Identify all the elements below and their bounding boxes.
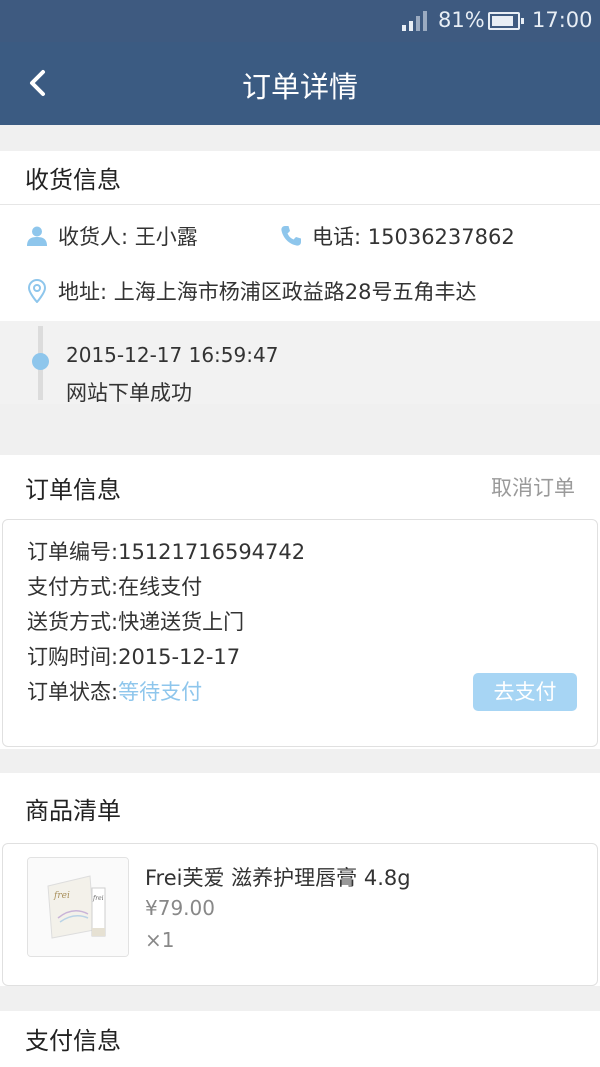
payment-info-header: 支付信息	[0, 1011, 600, 1065]
delivery-method-key: 送货方式:	[27, 610, 119, 634]
recipient-row: 收货人: 王小露	[26, 221, 198, 251]
payment-info-title: 支付信息	[25, 1026, 121, 1055]
cancel-order-button[interactable]: 取消订单	[491, 472, 575, 502]
battery-icon	[488, 12, 524, 30]
order-number-key: 订单编号:	[27, 540, 119, 564]
goods-section: 商品清单 frei frei Frei芙爱 滋养护理唇膏 4.8g ¥79.00…	[0, 773, 600, 986]
phone-row[interactable]: 电话: 15036237862	[280, 221, 515, 251]
timeline-message: 网站下单成功	[66, 381, 192, 405]
status-time: 17:00	[532, 8, 593, 32]
recipient-text: 收货人: 王小露	[58, 225, 198, 249]
product-price: ¥79.00	[145, 896, 215, 920]
status-bar: 81% 17:00	[0, 0, 600, 42]
order-number-value: 15121716594742	[118, 540, 306, 564]
svg-text:frei: frei	[92, 895, 104, 902]
order-card: 订单编号: 15121716594742 支付方式: 在线支付 送货方式: 快递…	[2, 519, 598, 747]
order-status-key: 订单状态:	[27, 680, 119, 704]
nav-bar: 订单详情	[0, 42, 600, 125]
goods-item[interactable]: frei frei Frei芙爱 滋养护理唇膏 4.8g ¥79.00 ×1	[2, 843, 598, 986]
order-status-row: 订单状态: 等待支付	[27, 676, 202, 706]
order-section: 订单信息 取消订单 订单编号: 15121716594742 支付方式: 在线支…	[0, 455, 600, 749]
payment-info-section: 支付信息	[0, 1011, 600, 1067]
order-time-row: 订购时间: 2015-12-17	[27, 641, 240, 671]
shipping-header: 收货信息	[0, 151, 600, 205]
product-quantity: ×1	[145, 928, 175, 952]
order-time-key: 订购时间:	[27, 645, 119, 669]
order-time-value: 2015-12-17	[118, 645, 241, 669]
pay-button[interactable]: 去支付	[473, 673, 577, 711]
payment-method-value: 在线支付	[118, 575, 203, 599]
order-title: 订单信息	[25, 475, 121, 504]
goods-header: 商品清单	[0, 773, 600, 843]
order-number-row: 订单编号: 15121716594742	[27, 536, 305, 566]
order-timeline: 2015-12-17 16:59:47 网站下单成功	[0, 321, 600, 405]
shipping-title: 收货信息	[25, 166, 121, 194]
payment-method-key: 支付方式:	[27, 575, 119, 599]
timeline-date: 2015-12-17 16:59:47	[66, 343, 279, 367]
phone-icon	[281, 226, 301, 246]
product-thumbnail[interactable]: frei frei	[27, 857, 129, 957]
timeline-dot	[32, 353, 49, 370]
page-title: 订单详情	[241, 70, 358, 104]
address-row: 地址: 上海上海市杨浦区政益路28号五角丰达	[26, 276, 476, 306]
battery-percent: 81%	[438, 8, 485, 32]
svg-text:frei: frei	[53, 891, 70, 901]
order-status-value: 等待支付	[118, 680, 203, 704]
delivery-method-row: 送货方式: 快递送货上门	[27, 606, 244, 636]
order-header: 订单信息 取消订单	[0, 455, 600, 519]
address-text: 地址: 上海上海市杨浦区政益路28号五角丰达	[58, 280, 477, 304]
signal-icon	[402, 11, 428, 31]
shipping-section: 收货信息 收货人: 王小露 电话: 15036237862 地址: 上海上海市杨…	[0, 151, 600, 405]
product-name[interactable]: Frei芙爱 滋养护理唇膏 4.8g	[145, 862, 411, 892]
user-icon	[27, 226, 47, 246]
goods-title: 商品清单	[25, 796, 121, 825]
product-image: frei frei	[28, 858, 128, 956]
location-pin-icon	[27, 279, 47, 303]
phone-text: 电话: 15036237862	[312, 225, 515, 249]
payment-method-row: 支付方式: 在线支付	[27, 571, 202, 601]
delivery-method-value: 快递送货上门	[118, 610, 245, 634]
